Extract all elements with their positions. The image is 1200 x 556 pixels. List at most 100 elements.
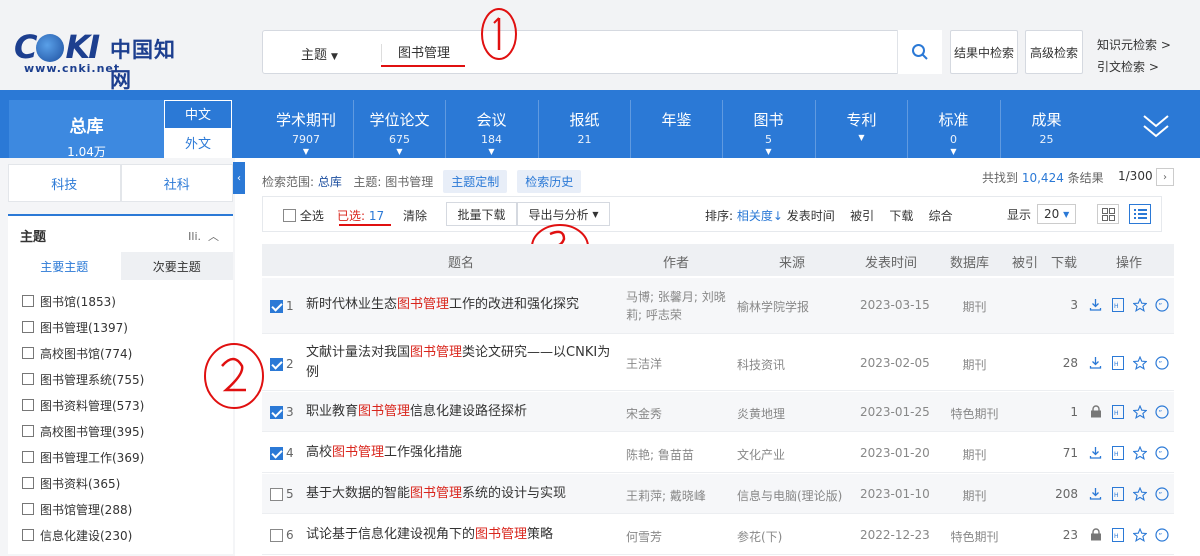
sort-date[interactable]: 发表时间 [787, 207, 835, 224]
search-input[interactable] [398, 44, 898, 59]
author-link[interactable]: 王洁洋 [626, 355, 726, 373]
topic-item[interactable]: 信息化建设(230) [22, 522, 144, 548]
result-title-link[interactable]: 试论基于信息化建设视角下的图书管理策略 [306, 525, 611, 545]
row-checkbox[interactable] [270, 488, 283, 501]
quote-icon[interactable]: ” [1154, 527, 1169, 542]
author-link[interactable]: 王莉萍; 戴晓峰 [626, 487, 726, 505]
topic-item[interactable]: 图书资料(365) [22, 470, 144, 496]
checkbox[interactable] [22, 295, 34, 307]
quote-icon[interactable]: ” [1154, 445, 1169, 460]
author-link[interactable]: 陈艳; 鲁苗苗 [626, 446, 726, 464]
lang-foreign-tab[interactable]: 外文 [164, 129, 232, 158]
tab-yearbooks[interactable]: 年鉴 [630, 100, 722, 158]
tab-newspapers[interactable]: 报纸 21 [538, 100, 630, 158]
author-link[interactable]: 宋金秀 [626, 405, 726, 423]
col-downloads[interactable]: 下载 [1051, 252, 1077, 271]
tab-main-topic[interactable]: 主要主题 [8, 252, 121, 280]
row-checkbox[interactable] [270, 447, 283, 460]
source-link[interactable]: 文化产业 [737, 446, 785, 463]
source-link[interactable]: 参花(下) [737, 528, 782, 545]
result-title-link[interactable]: 新时代林业生态图书管理工作的改进和强化探究 [306, 295, 611, 315]
source-link[interactable]: 榆林学院学报 [737, 298, 809, 315]
checkbox[interactable] [283, 209, 296, 222]
tab-achievements[interactable]: 成果 25 [1000, 100, 1092, 158]
html-read-icon[interactable]: H [1110, 486, 1125, 501]
search-in-results-button[interactable]: 结果中检索 [950, 30, 1018, 74]
search-button[interactable] [897, 30, 942, 74]
star-icon[interactable] [1132, 355, 1147, 370]
page-size-select[interactable]: 20 ▼ [1037, 204, 1077, 224]
quote-icon[interactable]: ” [1154, 297, 1169, 312]
topic-item[interactable]: 图书管理系统(755) [22, 366, 144, 392]
tab-secondary-topic[interactable]: 次要主题 [120, 252, 233, 280]
search-history-button[interactable]: 检索历史 [517, 170, 582, 193]
html-read-icon[interactable]: H [1110, 445, 1125, 460]
list-view-button[interactable] [1129, 204, 1151, 224]
topic-item[interactable]: 高校图书管理(395) [22, 418, 144, 444]
search-field-select[interactable]: 主题 ▼ [301, 44, 338, 63]
checkbox[interactable] [22, 477, 34, 489]
expand-nav-chevron-icon[interactable] [1140, 112, 1172, 140]
star-icon[interactable] [1132, 527, 1147, 542]
checkbox[interactable] [22, 347, 34, 359]
star-icon[interactable] [1132, 297, 1147, 312]
result-title-link[interactable]: 基于大数据的智能图书管理系统的设计与实现 [306, 484, 611, 504]
chevron-up-icon[interactable]: ︿ [208, 230, 219, 243]
topic-item[interactable]: 图书管理(1397) [22, 314, 144, 340]
sort-relevance[interactable]: 相关度↓ [737, 207, 783, 224]
download-icon[interactable] [1088, 355, 1103, 370]
topic-item[interactable]: 图书资料管理(573) [22, 392, 144, 418]
col-cited[interactable]: 被引 [1012, 252, 1038, 271]
tab-standards[interactable]: 标准 0 ▼ [907, 100, 999, 158]
bar-sort-icon[interactable]: Ili. [188, 230, 201, 243]
star-icon[interactable] [1132, 404, 1147, 419]
row-checkbox[interactable] [270, 358, 283, 371]
tab-social-science[interactable]: 社科 [120, 164, 233, 202]
select-all[interactable]: 全选 [283, 207, 324, 224]
grid-view-button[interactable] [1097, 204, 1119, 224]
tab-books[interactable]: 图书 5 ▼ [722, 100, 814, 158]
row-checkbox[interactable] [270, 300, 283, 313]
quote-icon[interactable]: ” [1154, 404, 1169, 419]
col-date[interactable]: 发表时间 [865, 252, 917, 271]
html-read-icon[interactable]: H [1110, 355, 1125, 370]
topic-item[interactable]: 图书馆(1853) [22, 288, 144, 314]
download-count[interactable]: 71 [1040, 446, 1078, 460]
result-title-link[interactable]: 高校图书管理工作强化措施 [306, 443, 611, 463]
tab-conferences[interactable]: 会议 184 ▼ [445, 100, 537, 158]
download-count[interactable]: 28 [1040, 356, 1078, 370]
tab-dissertations[interactable]: 学位论文 675 ▼ [353, 100, 445, 158]
download-count[interactable]: 3 [1040, 298, 1078, 312]
sort-overall[interactable]: 综合 [929, 207, 953, 224]
result-title-link[interactable]: 文献计量法对我国图书管理类论文研究——以CNKI为例 [306, 343, 611, 383]
cnki-logo[interactable]: C KI 中国知网 www.cnki.net [14, 30, 189, 92]
checkbox[interactable] [22, 321, 34, 333]
tab-patents[interactable]: 专利 ▼ [815, 100, 907, 158]
topic-item[interactable]: 图书管理工作(369) [22, 444, 144, 470]
row-checkbox[interactable] [270, 529, 283, 542]
author-link[interactable]: 马博; 张馨月; 刘晓莉; 呼志荣 [626, 288, 726, 324]
advanced-search-button[interactable]: 高级检索 [1025, 30, 1083, 74]
star-icon[interactable] [1132, 445, 1147, 460]
quote-icon[interactable]: ” [1154, 355, 1169, 370]
sort-cited[interactable]: 被引 [850, 207, 874, 224]
next-page-button[interactable]: › [1156, 168, 1174, 186]
checkbox[interactable] [22, 399, 34, 411]
result-title-link[interactable]: 职业教育图书管理信息化建设路径探析 [306, 402, 611, 422]
source-link[interactable]: 科技资讯 [737, 356, 785, 373]
sort-download[interactable]: 下载 [889, 207, 913, 224]
selected-count[interactable]: 17 [369, 209, 384, 223]
html-read-icon[interactable]: H [1110, 297, 1125, 312]
batch-download-button[interactable]: 批量下载 [446, 202, 517, 226]
checkbox[interactable] [22, 425, 34, 437]
download-icon[interactable] [1088, 297, 1103, 312]
checkbox[interactable] [22, 451, 34, 463]
collapse-panel-button[interactable]: ‹ [233, 162, 245, 194]
source-link[interactable]: 信息与电脑(理论版) [737, 487, 842, 504]
tab-journals[interactable]: 学术期刊 7907 ▼ [260, 100, 352, 158]
citation-search-link[interactable]: 引文检索 > [1097, 56, 1171, 78]
checkbox[interactable] [22, 373, 34, 385]
scope-value[interactable]: 总库 [318, 173, 342, 190]
download-icon[interactable] [1088, 486, 1103, 501]
download-count[interactable]: 1 [1040, 405, 1078, 419]
